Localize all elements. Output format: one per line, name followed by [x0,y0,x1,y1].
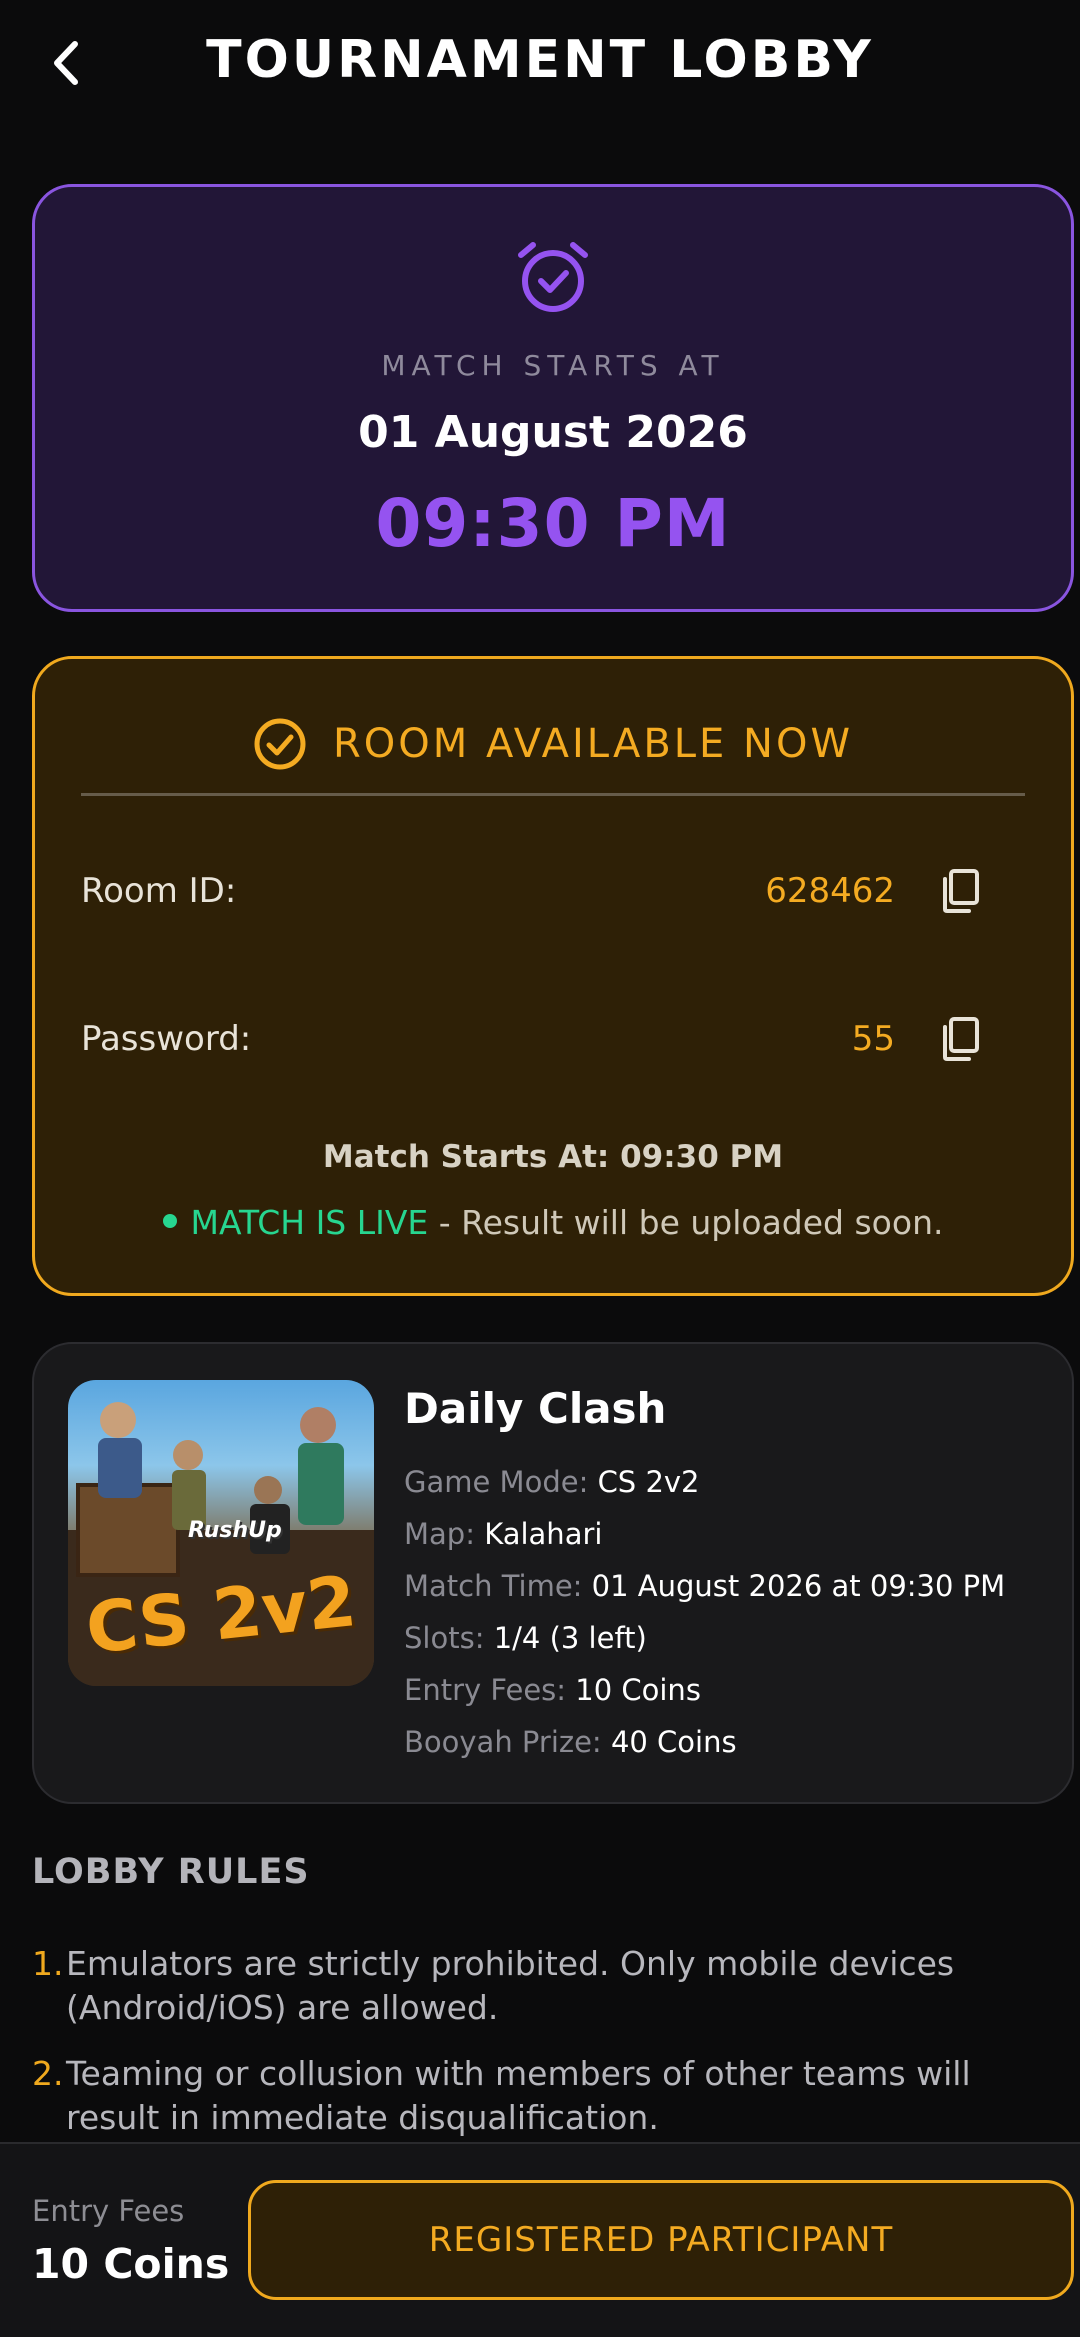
tournament-thumbnail: RushUp CS 2v2 [68,1380,374,1686]
live-note: - Result will be uploaded soon. [428,1203,944,1242]
header: TOURNAMENT LOBBY [0,0,1080,130]
match-start-label: MATCH STARTS AT [381,349,725,382]
detail-value: 01 August 2026 at 09:30 PM [591,1569,1006,1603]
thumbnail-brand: RushUp [188,1518,282,1543]
password-row: Password: 55 [81,1005,1025,1075]
match-start-date: 01 August 2026 [358,407,748,458]
alarm-check-icon [35,237,1071,317]
entry-fee-label: Entry Fees [32,2194,185,2228]
detail-game-mode: Game Mode: CS 2v2 [404,1456,1005,1508]
copy-icon [943,869,979,913]
tournament-info-card[interactable]: RushUp CS 2v2 Daily Clash Game Mode: CS … [32,1342,1074,1804]
match-start-time: 09:30 PM [375,485,731,562]
lobby-rules-title: LOBBY RULES [32,1852,310,1892]
tournament-name: Daily Clash [404,1384,667,1433]
detail-key: Slots: [404,1621,485,1655]
detail-value: 10 Coins [575,1673,701,1707]
detail-value: 1/4 (3 left) [493,1621,647,1655]
rule-text: Teaming or collusion with members of oth… [66,2054,971,2137]
room-match-starts: Match Starts At: 09:30 PM [322,1139,784,1175]
rule-item: 2. Teaming or collusion with members of … [32,2052,1060,2140]
detail-entry-fees: Entry Fees: 10 Coins [404,1664,1005,1716]
room-heading: ROOM AVAILABLE NOW [35,709,1071,779]
detail-slots: Slots: 1/4 (3 left) [404,1612,1005,1664]
detail-key: Booyah Prize: [404,1725,602,1759]
detail-booyah-prize: Booyah Prize: 40 Coins [404,1716,1005,1768]
password-label: Password: [81,1019,252,1059]
room-heading-text: ROOM AVAILABLE NOW [333,721,853,767]
room-id-row: Room ID: 628462 [81,857,1025,927]
password-value: 55 [851,1019,895,1059]
detail-value: Kalahari [484,1517,603,1551]
detail-key: Game Mode: [404,1465,589,1499]
check-circle-icon [254,718,306,770]
detail-key: Match Time: [404,1569,583,1603]
detail-match-time: Match Time: 01 August 2026 at 09:30 PM [404,1560,1005,1612]
live-label: MATCH IS LIVE [190,1203,429,1242]
room-id-value: 628462 [765,871,895,911]
rule-number: 2. [32,2054,64,2093]
detail-map: Map: Kalahari [404,1508,1005,1560]
bottom-bar: Entry Fees 10 Coins REGISTERED PARTICIPA… [0,2142,1080,2337]
copy-room-id-button[interactable] [935,865,987,917]
room-id-label: Room ID: [81,871,237,911]
live-dot-icon [162,1213,177,1228]
room-card: ROOM AVAILABLE NOW Room ID: 628462 Passw… [32,656,1074,1296]
divider [81,793,1025,796]
rule-text: Emulators are strictly prohibited. Only … [66,1944,955,2027]
page-title: TOURNAMENT LOBBY [206,30,874,90]
detail-value: 40 Coins [610,1725,737,1759]
rule-number: 1. [32,1944,64,1983]
registered-participant-button[interactable]: REGISTERED PARTICIPANT [248,2180,1074,2300]
entry-fee-value: 10 Coins [32,2240,230,2288]
detail-value: CS 2v2 [597,1465,700,1499]
detail-key: Entry Fees: [404,1673,567,1707]
copy-icon [943,1017,979,1061]
match-start-card: MATCH STARTS AT 01 August 2026 09:30 PM [32,184,1074,612]
tournament-details: Game Mode: CS 2v2 Map: Kalahari Match Ti… [404,1456,1005,1768]
rule-item: 1. Emulators are strictly prohibited. On… [32,1942,1060,2030]
live-status: MATCH IS LIVE - Result will be uploaded … [35,1203,1071,1242]
copy-password-button[interactable] [935,1013,987,1065]
detail-key: Map: [404,1517,475,1551]
